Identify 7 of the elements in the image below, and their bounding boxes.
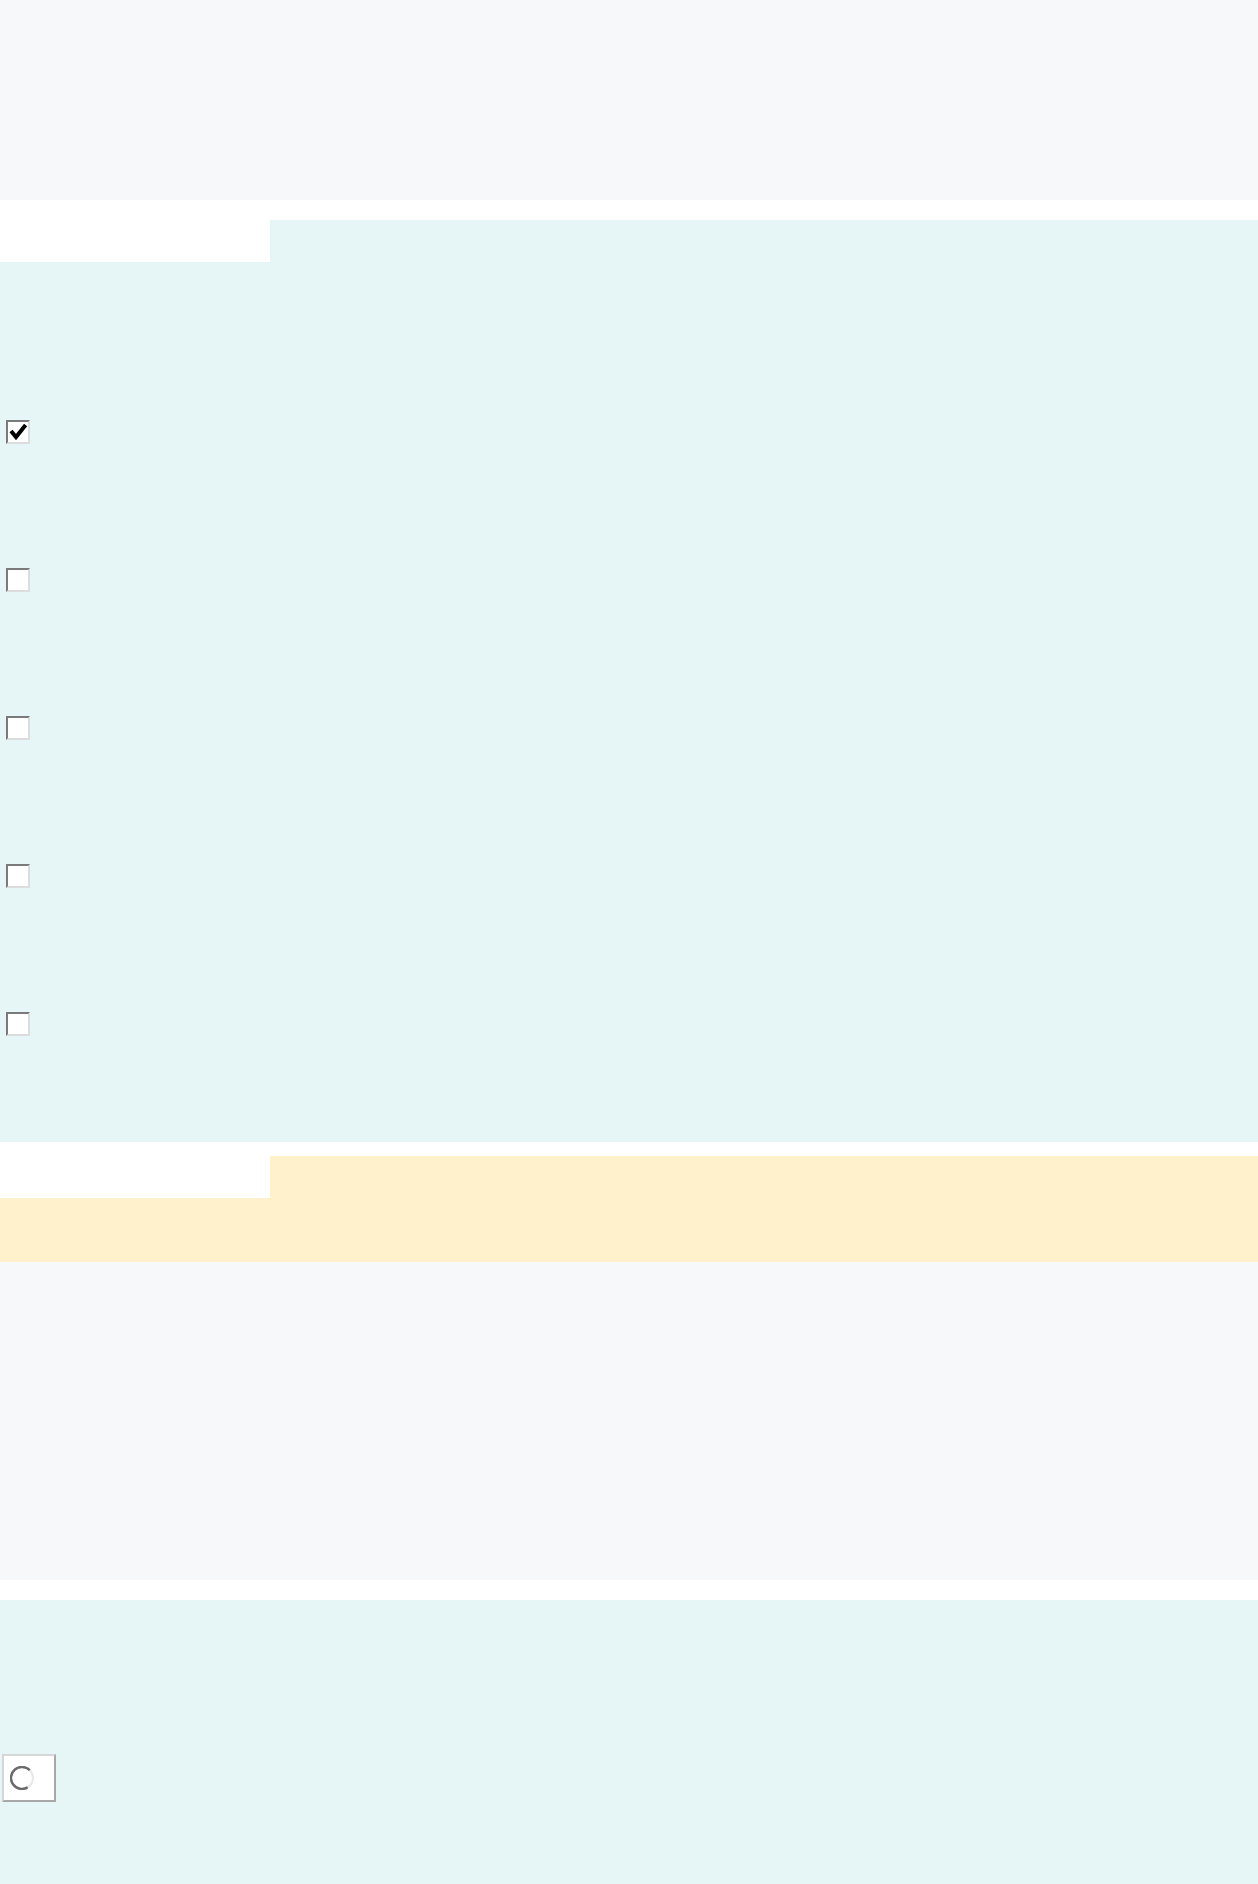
radio-button[interactable] — [10, 1766, 34, 1790]
checkbox[interactable] — [6, 1012, 30, 1036]
checkbox[interactable] — [6, 420, 30, 444]
checkbox[interactable] — [6, 864, 30, 888]
checkmark-icon — [8, 422, 28, 442]
checkbox[interactable] — [6, 568, 30, 592]
checkbox[interactable] — [6, 716, 30, 740]
